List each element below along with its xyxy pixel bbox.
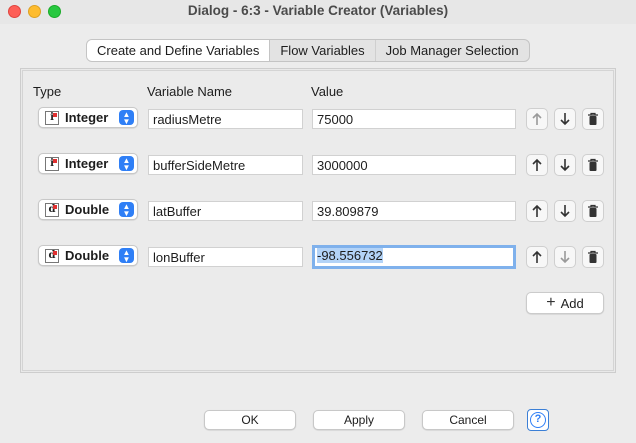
move-up-button[interactable]: [526, 108, 548, 130]
delete-button[interactable]: [582, 200, 604, 222]
arrow-up-icon: [531, 158, 543, 172]
chevron-updown-icon: ▲▼: [119, 202, 134, 217]
window-title: Dialog - 6:3 - Variable Creator (Variabl…: [0, 3, 636, 18]
variable-value-input[interactable]: -98.556732: [312, 245, 516, 269]
variable-name-input[interactable]: latBuffer: [148, 201, 303, 221]
tab-job-manager-selection[interactable]: Job Manager Selection: [375, 40, 529, 61]
chevron-updown-icon: ▲▼: [119, 248, 134, 263]
type-select-label: Integer: [65, 156, 108, 171]
variable-value-input[interactable]: 3000000: [312, 155, 516, 175]
arrow-down-icon: [559, 204, 571, 218]
arrow-up-icon: [531, 204, 543, 218]
chevron-updown-icon: ▲▼: [119, 110, 134, 125]
trash-icon: [587, 250, 599, 264]
arrow-up-icon: [531, 250, 543, 264]
plus-icon: +: [546, 295, 555, 311]
arrow-down-icon: [559, 250, 571, 264]
variable-row: d Double ▲▼ latBuffer 39.809879: [0, 199, 636, 223]
trash-icon: [587, 204, 599, 218]
variable-name-input[interactable]: lonBuffer: [148, 247, 303, 267]
title-bar: Dialog - 6:3 - Variable Creator (Variabl…: [0, 0, 636, 24]
move-up-button[interactable]: [526, 246, 548, 268]
move-down-button[interactable]: [554, 200, 576, 222]
variable-name-input[interactable]: radiusMetre: [148, 109, 303, 129]
ok-button[interactable]: OK: [204, 410, 296, 430]
integer-type-icon: i: [45, 111, 59, 125]
move-down-button[interactable]: [554, 154, 576, 176]
help-button[interactable]: ?: [527, 409, 549, 431]
arrow-down-icon: [559, 112, 571, 126]
column-header-value: Value: [311, 84, 343, 99]
trash-icon: [587, 158, 599, 172]
variable-row: i Integer ▲▼ radiusMetre 75000: [0, 107, 636, 131]
cancel-button[interactable]: Cancel: [422, 410, 514, 430]
variable-name-input[interactable]: bufferSideMetre: [148, 155, 303, 175]
type-select[interactable]: i Integer ▲▼: [38, 107, 138, 128]
variable-value-input[interactable]: 75000: [312, 109, 516, 129]
dialog-window: Dialog - 6:3 - Variable Creator (Variabl…: [0, 0, 636, 443]
move-down-button[interactable]: [554, 246, 576, 268]
type-select-label: Double: [65, 248, 109, 263]
variable-row: i Integer ▲▼ bufferSideMetre 3000000: [0, 153, 636, 177]
variable-row: d Double ▲▼ lonBuffer -98.556732: [0, 245, 636, 269]
double-type-icon: d: [45, 249, 59, 263]
type-select-label: Double: [65, 202, 109, 217]
delete-button[interactable]: [582, 246, 604, 268]
column-header-variable-name: Variable Name: [147, 84, 232, 99]
type-select[interactable]: d Double ▲▼: [38, 245, 138, 266]
column-header-type: Type: [33, 84, 61, 99]
integer-type-icon: i: [45, 157, 59, 171]
arrow-down-icon: [559, 158, 571, 172]
type-select[interactable]: d Double ▲▼: [38, 199, 138, 220]
add-variable-button[interactable]: + Add: [526, 292, 604, 314]
type-select-label: Integer: [65, 110, 108, 125]
delete-button[interactable]: [582, 154, 604, 176]
tab-create-define-variables[interactable]: Create and Define Variables: [87, 40, 270, 61]
help-icon: ?: [530, 412, 546, 428]
move-down-button[interactable]: [554, 108, 576, 130]
double-type-icon: d: [45, 203, 59, 217]
variable-value-input[interactable]: 39.809879: [312, 201, 516, 221]
apply-button[interactable]: Apply: [313, 410, 405, 430]
arrow-up-icon: [531, 112, 543, 126]
move-up-button[interactable]: [526, 200, 548, 222]
type-select[interactable]: i Integer ▲▼: [38, 153, 138, 174]
add-variable-label: Add: [561, 296, 584, 311]
chevron-updown-icon: ▲▼: [119, 156, 134, 171]
trash-icon: [587, 112, 599, 126]
tab-bar: Create and Define Variables Flow Variabl…: [86, 39, 530, 62]
selected-text: -98.556732: [317, 248, 383, 263]
move-up-button[interactable]: [526, 154, 548, 176]
delete-button[interactable]: [582, 108, 604, 130]
tab-flow-variables[interactable]: Flow Variables: [270, 40, 374, 61]
